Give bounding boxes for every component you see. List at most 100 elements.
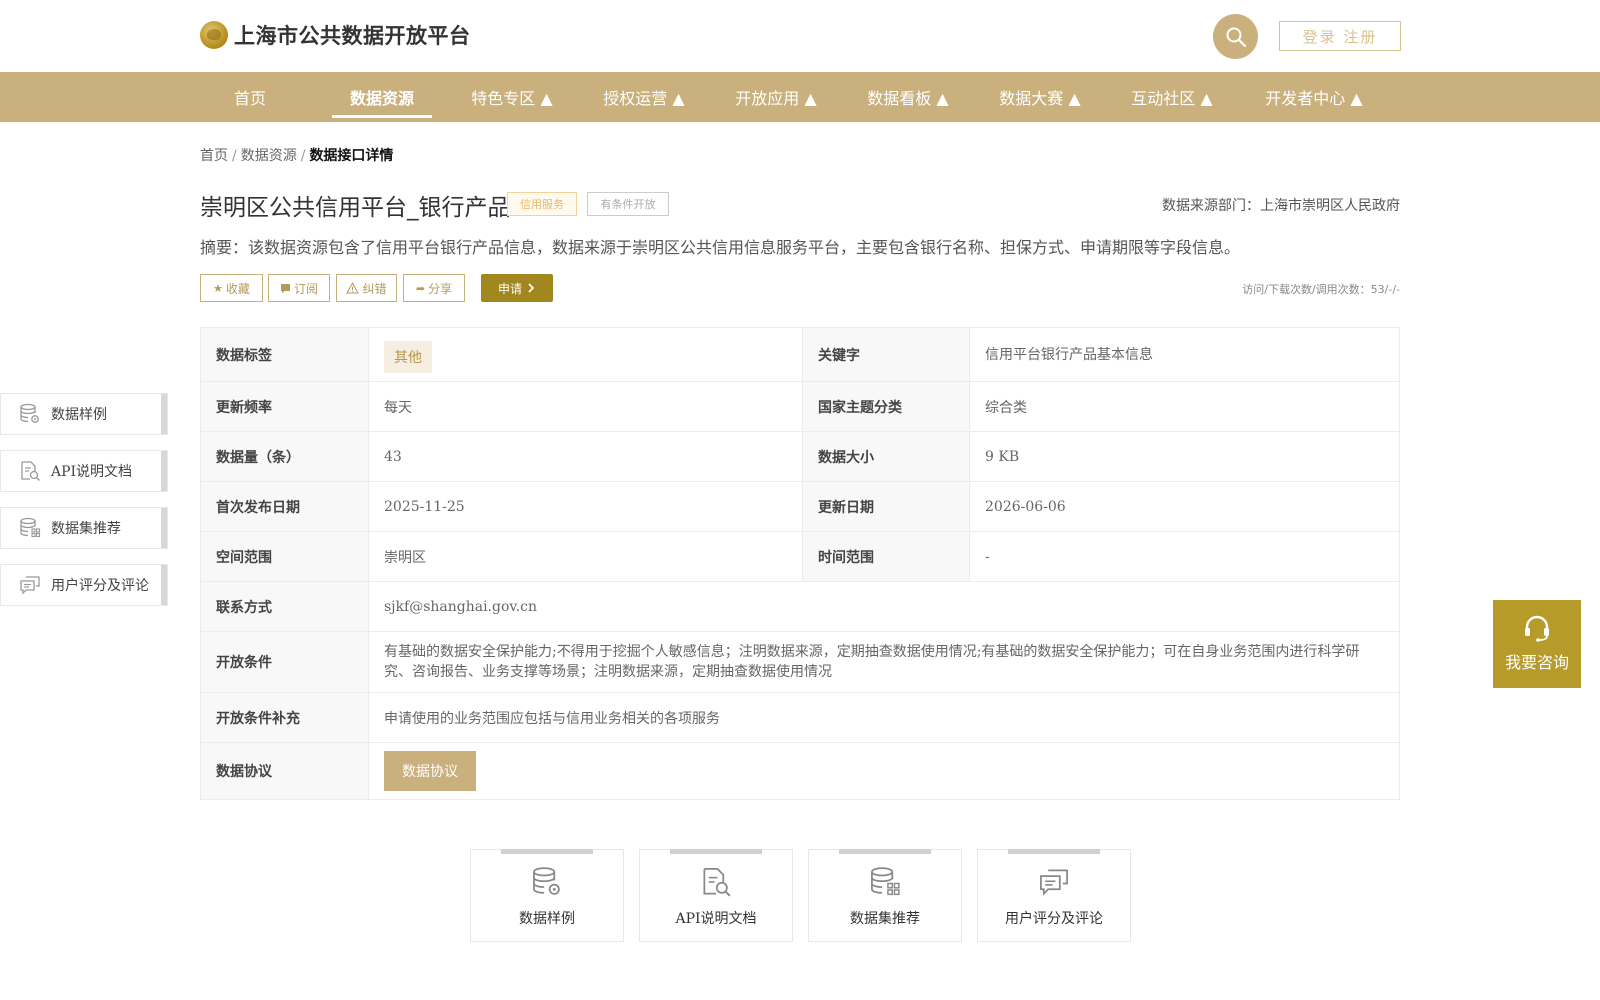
- open-conditions-text: 有基础的数据安全保护能力;不得用于挖掘个人敏感信息；注明数据来源，定期抽查数据使…: [384, 644, 1360, 680]
- top-header: 上海市公共数据开放平台 登录 注册: [0, 0, 1600, 72]
- card-label: API说明文档: [675, 911, 757, 927]
- login-register-button[interactable]: 登录 注册: [1279, 21, 1401, 51]
- breadcrumb-resources[interactable]: 数据资源: [241, 148, 297, 164]
- table-key: 联系方式: [200, 581, 369, 632]
- access-stats: 访问/下载次数/调用次数：53/-/-: [1242, 283, 1400, 296]
- card-label: 数据集推荐: [850, 911, 920, 927]
- card-dataset-recommend[interactable]: 数据集推荐: [808, 849, 962, 942]
- open-type-tag: 有条件开放: [587, 192, 669, 216]
- table-key: 国家主题分类: [802, 381, 970, 432]
- side-nav-reviews[interactable]: 用户评分及评论: [0, 564, 168, 606]
- nav-item-home[interactable]: 首页: [210, 72, 290, 122]
- breadcrumb: 首页 / 数据资源 / 数据接口详情: [200, 145, 393, 165]
- document-search-icon: [21, 461, 40, 481]
- document-search-icon: [703, 868, 731, 897]
- headset-icon: [1525, 615, 1549, 642]
- open-conditions-value: 有基础的数据安全保护能力;不得用于挖掘个人敏感信息；注明数据来源，定期抽查数据使…: [368, 631, 1400, 693]
- card-label: 数据样例: [519, 911, 575, 927]
- main-nav: 首页 数据资源 特色专区 ▲ 授权运营 ▲ 开放应用 ▲ 数据看板 ▲ 数据大赛…: [0, 72, 1600, 122]
- metadata-table: 数据标签 其他 关键字 信用平台银行产品基本信息 更新频率 每天 国家主题分类 …: [200, 327, 1400, 800]
- table-row: 开放条件补充 申请使用的业务范围应包括与信用业务相关的各项服务: [200, 692, 1400, 743]
- favorite-label: 收藏: [225, 281, 250, 296]
- table-value: 信用平台银行产品基本信息: [969, 327, 1400, 382]
- side-nav-label: 用户评分及评论: [51, 578, 149, 594]
- table-key: 更新日期: [802, 481, 970, 532]
- side-nav-label: 数据样例: [51, 407, 107, 423]
- table-value: 2026-06-06: [969, 481, 1400, 532]
- subscribe-label: 订阅: [293, 281, 318, 296]
- database-grid-icon: [20, 517, 41, 538]
- subscribe-button[interactable]: 订阅: [268, 274, 330, 302]
- search-icon: [1226, 27, 1246, 47]
- warning-icon: [346, 282, 360, 294]
- summary-text: 摘要：该数据资源包含了信用平台银行产品信息，数据来源于崇明区公共信用信息服务平台…: [200, 238, 1241, 257]
- table-row: 数据协议 数据协议: [200, 742, 1400, 800]
- table-key: 更新频率: [200, 381, 369, 432]
- table-key: 关键字: [802, 327, 970, 382]
- table-row: 联系方式 sjkf@shanghai.gov.cn: [200, 581, 1400, 632]
- table-key: 数据协议: [200, 742, 369, 800]
- database-gear-icon: [533, 867, 560, 895]
- nav-item-dashboard[interactable]: 数据看板 ▲: [858, 72, 958, 122]
- site-title: 上海市公共数据开放平台: [234, 24, 471, 48]
- side-nav-api-docs[interactable]: API说明文档: [0, 450, 168, 492]
- table-row: 数据标签 其他 关键字 信用平台银行产品基本信息: [200, 327, 1400, 382]
- table-row: 空间范围 崇明区 时间范围 -: [200, 531, 1400, 582]
- side-nav-dataset-recommend[interactable]: 数据集推荐: [0, 507, 168, 549]
- data-tag-pill[interactable]: 其他: [384, 340, 432, 373]
- star-icon: ★: [213, 281, 223, 295]
- nav-item-featured[interactable]: 特色专区 ▲: [462, 72, 562, 122]
- card-data-sample[interactable]: 数据样例: [470, 849, 624, 942]
- table-value: 崇明区: [368, 531, 803, 582]
- table-row: 更新频率 每天 国家主题分类 综合类: [200, 381, 1400, 432]
- comments-icon: [20, 576, 40, 595]
- comments-icon: [1040, 869, 1068, 896]
- table-value: 2025-11-25: [368, 481, 803, 532]
- table-key: 空间范围: [200, 531, 369, 582]
- nav-item-community[interactable]: 互动社区 ▲: [1122, 72, 1222, 122]
- card-api-docs[interactable]: API说明文档: [639, 849, 793, 942]
- card-reviews[interactable]: 用户评分及评论: [977, 849, 1131, 942]
- apply-button[interactable]: 申请: [481, 274, 553, 302]
- report-error-label: 纠错: [362, 281, 387, 296]
- card-label: 用户评分及评论: [1005, 911, 1103, 927]
- search-button[interactable]: [1213, 14, 1258, 59]
- share-button[interactable]: ➦ 分享: [403, 274, 465, 302]
- database-gear-icon: [20, 403, 39, 423]
- table-key: 数据量（条）: [200, 431, 369, 482]
- nav-item-data-resources[interactable]: 数据资源: [332, 72, 432, 122]
- bookmark-icon: [280, 283, 290, 293]
- source-department: 数据来源部门：上海市崇明区人民政府: [1162, 198, 1400, 214]
- site-logo[interactable]: 上海市公共数据开放平台: [200, 20, 471, 50]
- table-key: 开放条件补充: [200, 692, 369, 743]
- nav-item-competition[interactable]: 数据大赛 ▲: [990, 72, 1090, 122]
- table-value: 其他: [368, 327, 803, 382]
- table-key: 开放条件: [200, 631, 369, 693]
- nav-item-authorized-operation[interactable]: 授权运营 ▲: [594, 72, 694, 122]
- table-value: 数据协议: [368, 742, 1400, 800]
- table-row: 首次发布日期 2025-11-25 更新日期 2026-06-06: [200, 481, 1400, 532]
- share-label: 分享: [428, 281, 453, 296]
- nav-item-developer-center[interactable]: 开发者中心 ▲: [1254, 72, 1374, 122]
- table-value: 每天: [368, 381, 803, 432]
- table-row: 开放条件 有基础的数据安全保护能力;不得用于挖掘个人敏感信息；注明数据来源，定期…: [200, 631, 1400, 693]
- logo-emblem-icon: [200, 21, 228, 49]
- table-key: 时间范围: [802, 531, 970, 582]
- nav-item-open-apps[interactable]: 开放应用 ▲: [726, 72, 826, 122]
- page-title: 崇明区公共信用平台_银行产品: [200, 195, 511, 221]
- apply-label: 申请: [497, 281, 522, 296]
- breadcrumb-home[interactable]: 首页: [200, 148, 228, 164]
- table-key: 首次发布日期: [200, 481, 369, 532]
- report-error-button[interactable]: 纠错: [336, 274, 397, 302]
- favorite-button[interactable]: ★ 收藏: [200, 274, 263, 302]
- consult-label: 我要咨询: [1504, 653, 1569, 672]
- side-nav-label: API说明文档: [51, 464, 133, 480]
- table-value: -: [969, 531, 1400, 582]
- data-agreement-button[interactable]: 数据协议: [384, 751, 476, 791]
- table-value: 43: [368, 431, 803, 482]
- table-value: 综合类: [969, 381, 1400, 432]
- side-nav-data-sample[interactable]: 数据样例: [0, 393, 168, 435]
- breadcrumb-separator: /: [232, 148, 237, 164]
- consult-button[interactable]: 我要咨询: [1493, 600, 1581, 688]
- table-row: 数据量（条） 43 数据大小 9 KB: [200, 431, 1400, 482]
